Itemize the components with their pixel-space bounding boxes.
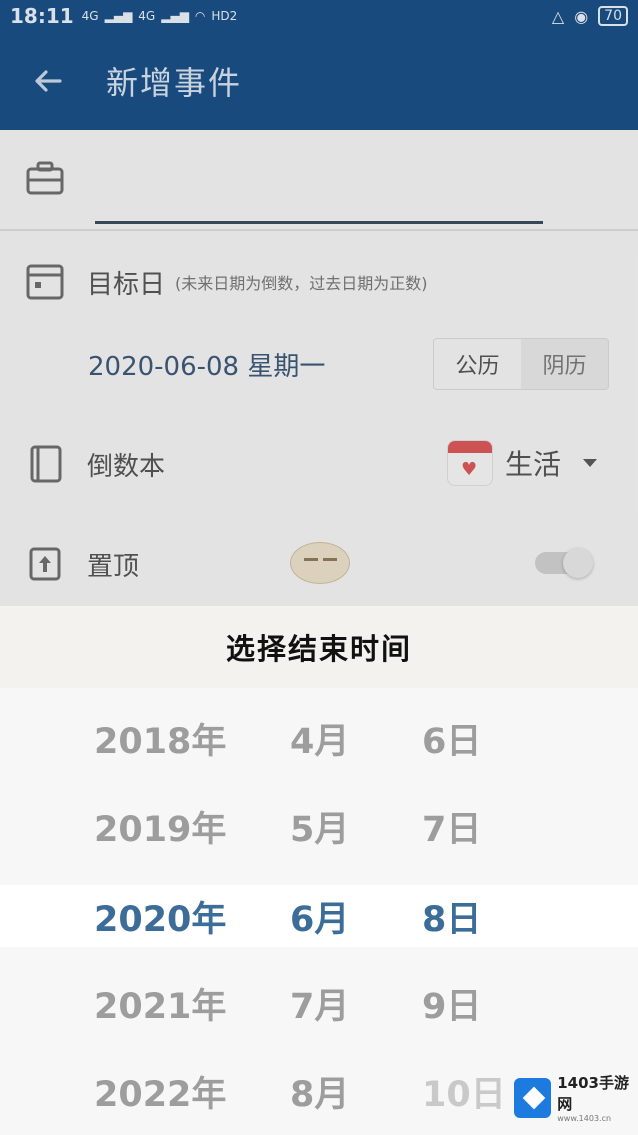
picker-title: 选择结束时间 [225,632,412,666]
pin-top-icon [25,544,65,584]
day-option-selected[interactable]: 8日 [422,885,481,947]
picker-row-selected[interactable]: 2020年 6月 8日 [0,885,638,947]
signal-bars-icon: ▂▄▆ [104,9,133,23]
book-selector[interactable]: ♥ 生活 [447,440,598,486]
watermark-text: 1403手游网 www.1403.cn [557,1072,638,1123]
picker-row[interactable]: 2019年 5月 7日 [0,782,638,870]
year-option[interactable]: 2018年 [94,694,226,782]
year-option[interactable]: 2019年 [94,782,226,870]
year-option[interactable]: 2022年 [94,1047,226,1135]
book-label: 倒数本 [87,451,166,482]
month-option-selected[interactable]: 6月 [290,885,349,947]
book-name: 生活 [505,448,562,481]
mascot-sticker [290,542,350,584]
event-form: 目标日 (未来日期为倒数，过去日期为正数) 2020-06-08 星期一 公历 … [0,130,638,606]
day-option[interactable]: 6日 [422,694,481,782]
status-time: 18:11 [10,4,74,28]
day-option[interactable]: 7日 [422,782,481,870]
back-arrow-icon [35,70,62,92]
hd-icon: HD2 [211,9,238,23]
day-option[interactable]: 10日 [422,1047,506,1135]
watermark-url: www.1403.cn [557,1114,612,1123]
battery-indicator: 70 [598,6,628,26]
briefcase-icon [25,158,65,198]
target-date-label: 目标日 [87,269,166,300]
page-title: 新增事件 [106,64,243,102]
dropdown-arrow-icon [583,459,598,467]
year-option[interactable]: 2021年 [94,959,226,1047]
back-button[interactable] [0,32,96,130]
selected-date-value[interactable]: 2020-06-08 星期一 [88,346,325,383]
month-option[interactable]: 5月 [290,782,349,870]
pin-label: 置顶 [87,551,140,582]
day-option[interactable]: 9日 [422,959,481,1047]
picker-row[interactable]: 2018年 4月 6日 [0,694,638,782]
toggle-knob [563,548,593,578]
target-date-hint: (未来日期为倒数，过去日期为正数) [175,274,428,293]
calendar-icon [25,262,65,302]
life-book-icon: ♥ [447,440,493,486]
wifi-icon: ◠ [194,9,206,23]
date-picker-sheet: 选择结束时间 2018年 4月 6日 2019年 5月 7日 2020年 6月 … [0,606,638,1135]
picker-row[interactable]: 2021年 7月 9日 [0,959,638,1047]
notebook-icon [25,444,65,484]
status-signal-group: 4G ▂▄▆ 4G ▂▄▆ ◠ HD2 [82,9,238,23]
event-name-input[interactable] [95,190,543,224]
cube-logo-icon [514,1077,552,1118]
picker-header: 选择结束时间 [0,606,638,688]
status-right-group: △ ◉ 70 [552,6,628,26]
calendar-type-toggle: 公历 阴历 [433,338,609,390]
lock-rotation-icon: ◉ [574,6,589,26]
watermark-title: 1403手游网 [557,1074,629,1113]
year-option-selected[interactable]: 2020年 [94,885,226,947]
target-date-row: 目标日 (未来日期为倒数，过去日期为正数) [0,262,638,302]
signal-icon-1: 4G [81,9,99,23]
status-bar: 18:11 4G ▂▄▆ 4G ▂▄▆ ◠ HD2 △ ◉ 70 [0,0,638,32]
solar-calendar-option[interactable]: 公历 [434,339,521,389]
month-option[interactable]: 4月 [290,694,349,782]
month-option[interactable]: 8月 [290,1047,349,1135]
month-option[interactable]: 7月 [290,959,349,1047]
alarm-off-icon: △ [551,6,565,26]
signal-bars-icon-2: ▂▄▆ [161,9,189,23]
pin-toggle[interactable] [535,548,593,578]
divider [0,229,638,231]
signal-icon-2: 4G [138,9,156,23]
site-watermark: 1403手游网 www.1403.cn [514,1072,638,1123]
app-toolbar: 新增事件 [0,32,638,130]
lunar-calendar-option[interactable]: 阴历 [521,339,608,389]
